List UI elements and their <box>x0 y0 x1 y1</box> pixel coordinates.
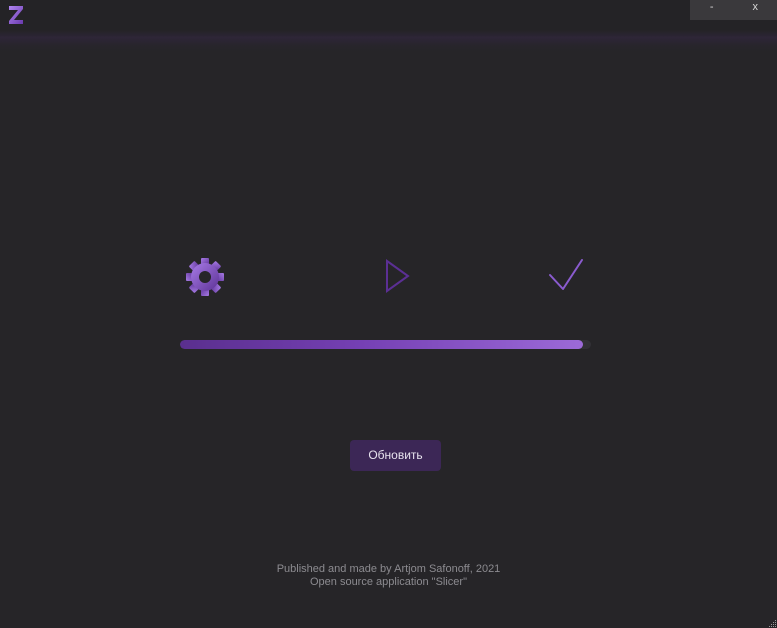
close-button[interactable]: x <box>734 0 777 20</box>
footer: Published and made by Artjom Safonoff, 2… <box>0 563 777 589</box>
resize-grip-icon[interactable] <box>769 620 777 628</box>
minimize-button[interactable]: - <box>690 0 734 20</box>
progress-bar <box>180 340 591 349</box>
title-bar-glow <box>0 30 777 52</box>
slicer-logo-icon <box>9 6 23 24</box>
window-controls: - x <box>690 0 777 20</box>
check-icon <box>549 259 583 290</box>
footer-credit: Published and made by Artjom Safonoff, 2… <box>276 563 501 575</box>
progress-fill <box>180 340 583 349</box>
update-button[interactable]: Обновить <box>350 440 441 471</box>
gear-icon <box>186 258 224 296</box>
play-icon <box>386 259 410 293</box>
app-window: - x Обновить Published and made by Artjo… <box>0 0 777 628</box>
footer-app-name: Open source application "Slicer" <box>309 576 467 588</box>
